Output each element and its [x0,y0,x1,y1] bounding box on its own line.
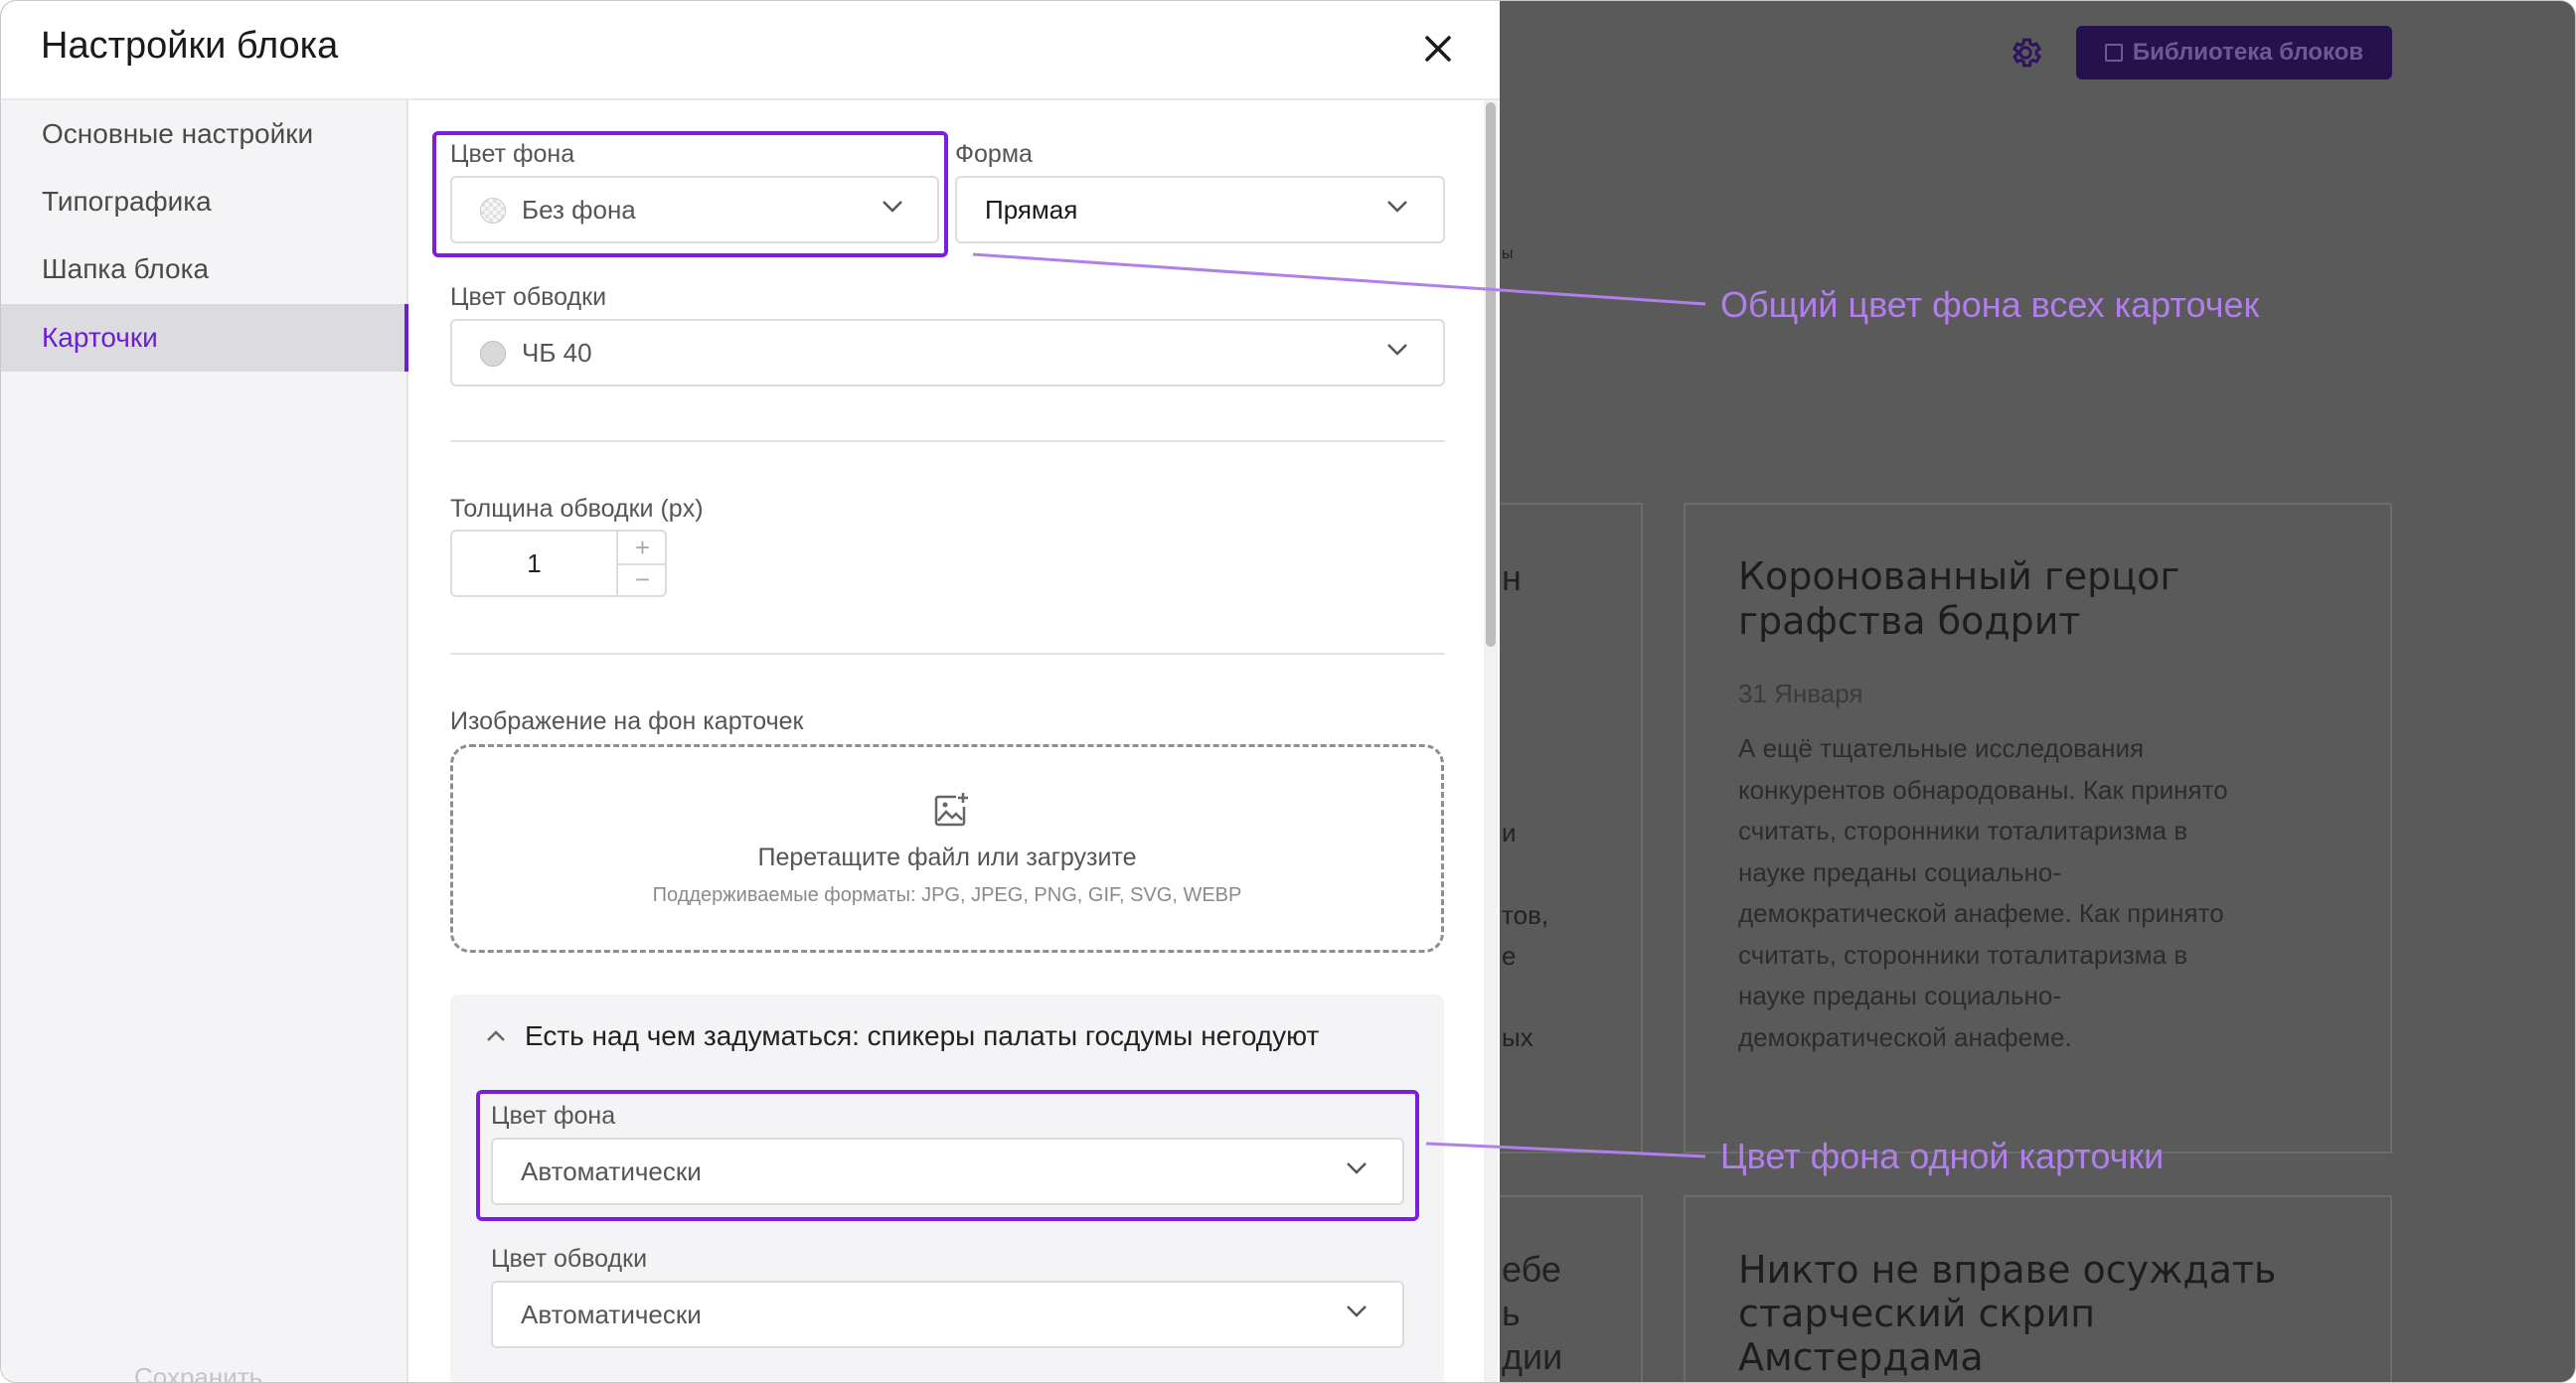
annotation-lines [972,252,1706,1158]
annotation-line-single [1425,1142,1706,1158]
annotation-line-common [972,252,1706,306]
app-frame: Библиотека блоков Коронованный герцог гр… [0,0,2576,1383]
annotation-single-bg: Цвет фона одной карточки [1720,1136,2165,1176]
annotation-common-bg: Общий цвет фона всех карточек [1720,284,2260,325]
